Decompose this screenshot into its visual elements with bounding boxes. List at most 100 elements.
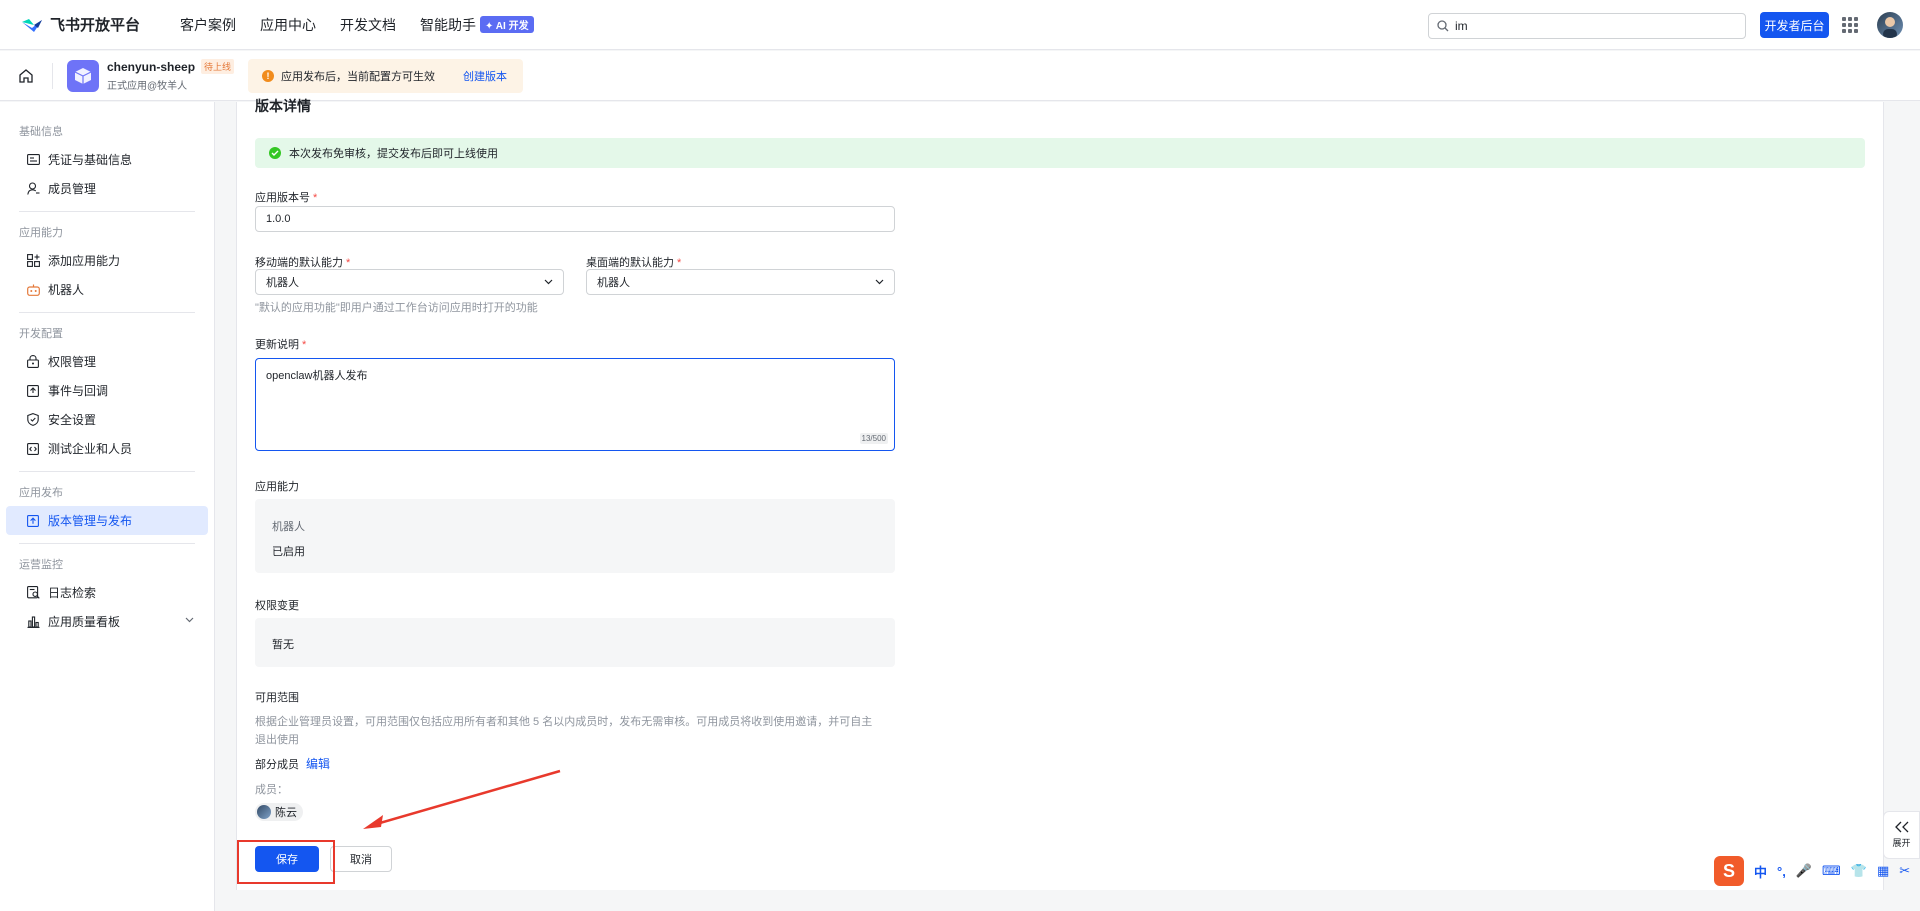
scope-hint: 根据企业管理员设置，可用范围仅包括应用所有者和其他 5 名以内成员时，发布无需审…: [255, 716, 873, 728]
create-version-link[interactable]: 创建版本: [463, 68, 507, 84]
sidebar-item-label: 机器人: [48, 283, 85, 297]
sidebar-item-bot[interactable]: 机器人: [6, 275, 208, 304]
ime-punctuation[interactable]: °,: [1777, 864, 1786, 879]
sogou-ime-icon[interactable]: S: [1714, 856, 1744, 886]
notes-value: openclaw机器人发布: [266, 370, 368, 382]
app-header: chenyun-sheep 待上线 正式应用@牧羊人 ! 应用发布后，当前配置方…: [0, 51, 1920, 101]
sidebar-item-credentials[interactable]: 凭证与基础信息: [6, 145, 208, 174]
notes-textarea[interactable]: openclaw机器人发布 13/500: [255, 358, 895, 451]
sidebar-item-label: 成员管理: [48, 182, 97, 196]
nav-link-assistant-label: 智能助手: [420, 16, 477, 33]
member-name: 陈云: [275, 807, 297, 819]
members-label: 成员：: [255, 784, 288, 796]
double-chevron-left-icon: [1894, 821, 1908, 833]
apps-grid-icon[interactable]: [1842, 17, 1858, 33]
home-icon[interactable]: [18, 68, 34, 84]
expand-panel-button[interactable]: 展开: [1883, 811, 1920, 859]
scope-type: 部分成员: [255, 759, 299, 771]
chevron-down-icon: [544, 279, 553, 285]
member-chip[interactable]: 陈云: [255, 803, 303, 821]
nav-links: 客户案例 应用中心 开发文档 智能助手 ✦ AI 开发: [180, 15, 558, 35]
expand-label: 展开: [1892, 838, 1911, 848]
mobile-default-select[interactable]: 机器人: [255, 269, 564, 295]
version-input[interactable]: 1.0.0: [255, 206, 895, 232]
feishu-logo-icon: [20, 16, 44, 34]
notes-label: 更新说明 *: [255, 339, 307, 351]
app-info: chenyun-sheep 待上线 正式应用@牧羊人: [107, 59, 235, 92]
sidebar-item-label: 版本管理与发布: [48, 514, 133, 528]
sidebar-item-logs[interactable]: 日志检索: [6, 578, 208, 607]
search-box[interactable]: [1428, 13, 1746, 39]
search-input[interactable]: [1455, 19, 1725, 33]
log-search-icon: [26, 586, 40, 600]
add-grid-icon: [26, 254, 40, 268]
sidebar-item-label: 日志检索: [48, 586, 97, 600]
avatar: [257, 805, 271, 819]
nav-link-docs[interactable]: 开发文档: [340, 15, 396, 35]
logo-text: 飞书开放平台: [50, 17, 141, 34]
sidebar-item-label: 权限管理: [48, 355, 97, 369]
app-icon: [67, 59, 99, 92]
scope-hint-continued: 退出使用: [255, 734, 299, 746]
sidebar-item-security[interactable]: 安全设置: [6, 405, 208, 434]
sidebar-item-test-org[interactable]: 测试企业和人员: [6, 434, 208, 463]
scope-label: 可用范围: [255, 692, 299, 704]
desktop-default-select[interactable]: 机器人: [586, 269, 895, 295]
sidebar-item-label: 添加应用能力: [48, 254, 121, 268]
divider: [19, 211, 195, 212]
sidebar-group-title: 开发配置: [19, 328, 63, 340]
capability-status: 已启用: [272, 546, 305, 558]
sidebar-item-label: 安全设置: [48, 413, 97, 427]
skin-icon[interactable]: 👕: [1851, 863, 1867, 879]
robot-icon: [26, 283, 40, 297]
app-subtitle: 正式应用@牧羊人: [107, 81, 188, 92]
permission-box: [255, 618, 895, 667]
ime-chinese-mode[interactable]: 中: [1754, 862, 1767, 881]
event-icon: [26, 384, 40, 398]
app-name: chenyun-sheep: [107, 59, 196, 74]
sidebar-item-members[interactable]: 成员管理: [6, 174, 208, 203]
sidebar: 基础信息 凭证与基础信息 成员管理 应用能力 添加应用能力 机器人 开发配置 权…: [0, 102, 215, 911]
sidebar-item-permissions[interactable]: 权限管理: [6, 347, 208, 376]
sidebar-item-events[interactable]: 事件与回调: [6, 376, 208, 405]
mobile-default-value: 机器人: [266, 277, 299, 289]
publish-notice: ! 应用发布后，当前配置方可生效 创建版本: [248, 58, 524, 93]
divider: [19, 471, 195, 472]
more-tools-icon[interactable]: ✂: [1899, 863, 1910, 879]
sidebar-item-quality[interactable]: 应用质量看板: [6, 607, 208, 636]
sidebar-group-title: 应用发布: [19, 487, 63, 499]
microphone-icon[interactable]: 🎤: [1796, 863, 1812, 879]
cancel-button[interactable]: 取消: [330, 846, 392, 872]
toolbox-icon[interactable]: ▦: [1877, 863, 1889, 879]
developer-console-button[interactable]: 开发者后台: [1760, 12, 1829, 38]
section-title: 版本详情: [255, 98, 311, 114]
sidebar-item-add-capability[interactable]: 添加应用能力: [6, 246, 208, 275]
version-value: 1.0.0: [266, 213, 291, 225]
nav-link-cases[interactable]: 客户案例: [180, 15, 236, 35]
sidebar-item-version-release[interactable]: 版本管理与发布: [6, 506, 208, 535]
divider: [19, 543, 195, 544]
capability-name: 机器人: [272, 521, 305, 533]
nav-link-app-center[interactable]: 应用中心: [260, 15, 316, 35]
success-banner: 本次发布免审核，提交发布后即可上线使用: [255, 138, 1865, 168]
chevron-down-icon[interactable]: [185, 617, 194, 623]
upload-icon: [26, 514, 40, 528]
divider: [19, 312, 195, 313]
sidebar-group-title: 应用能力: [19, 227, 63, 239]
keyboard-icon[interactable]: ⌨: [1822, 863, 1841, 879]
notice-text: 应用发布后，当前配置方可生效: [281, 70, 436, 83]
search-icon: [1437, 20, 1449, 32]
logo[interactable]: 飞书开放平台: [20, 0, 140, 50]
annotation-highlight: [237, 840, 335, 884]
capability-box: [255, 499, 895, 573]
chevron-down-icon: [875, 279, 884, 285]
user-avatar[interactable]: [1877, 12, 1903, 38]
ai-badge: ✦ AI 开发: [480, 16, 534, 33]
version-label: 应用版本号 *: [255, 192, 318, 204]
sidebar-item-label: 应用质量看板: [48, 615, 121, 629]
nav-link-assistant[interactable]: 智能助手 ✦ AI 开发: [420, 15, 534, 35]
code-icon: [26, 442, 40, 456]
scope-edit-link[interactable]: 编辑: [306, 755, 330, 772]
shield-icon: [26, 413, 40, 427]
sidebar-group-title: 基础信息: [19, 126, 63, 138]
